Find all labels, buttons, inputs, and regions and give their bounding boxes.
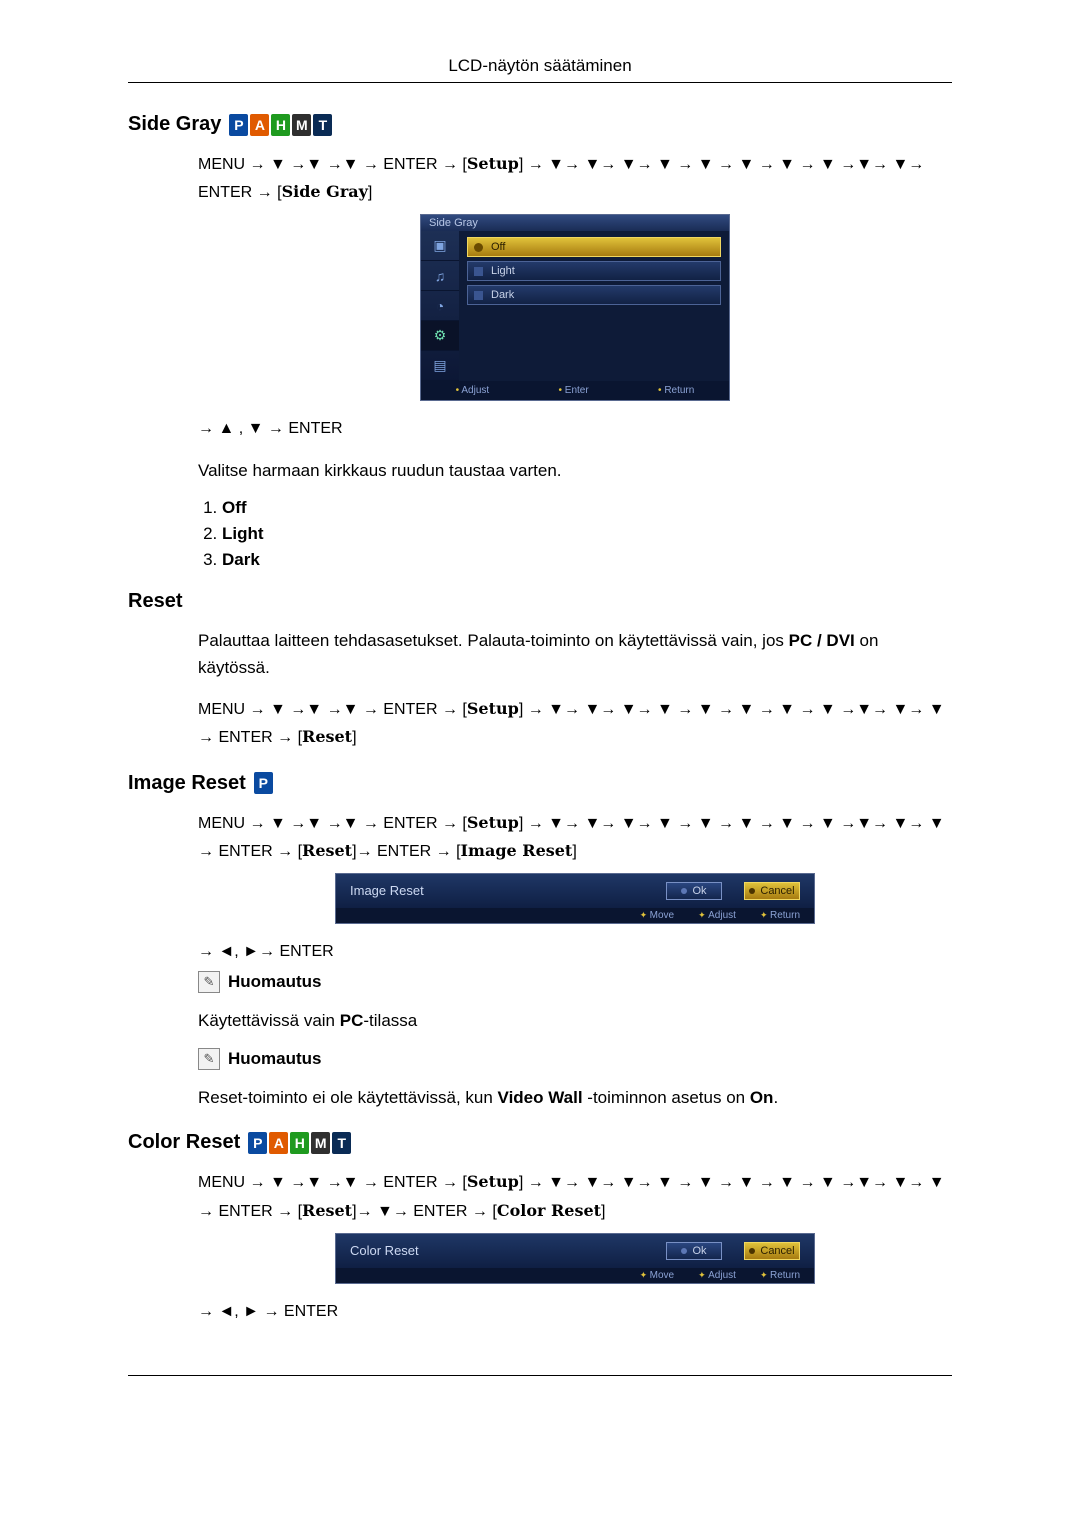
nav-reset: MENU → ▼ →▼ →▼ → ENTER → [Setup] → ▼→ ▼→… — [198, 695, 952, 751]
badge-t: T — [332, 1132, 351, 1154]
osd-footer: Move Adjust Return — [336, 1268, 814, 1283]
osd-color-reset: Color Reset Ok Cancel Move Adjust Return — [335, 1233, 815, 1284]
osd-label: Color Reset — [350, 1243, 419, 1258]
note-label: Huomautus — [228, 972, 322, 992]
page-header: LCD-näytön säätäminen — [128, 56, 952, 82]
osd-footer: Adjust Enter Return — [421, 381, 729, 400]
multi-icon: ▤ — [421, 351, 459, 381]
note-label: Huomautus — [228, 1049, 322, 1069]
heading-reset: Reset — [128, 590, 952, 613]
badge-p: P — [229, 114, 248, 136]
badge-m: M — [292, 114, 311, 136]
osd-opt-off: Off — [467, 237, 721, 257]
osd-ok-button: Ok — [666, 1242, 722, 1260]
osd-titlebar: Side Gray — [421, 215, 729, 231]
badge-h: H — [290, 1132, 309, 1154]
note-row-1: ✎ Huomautus — [198, 971, 952, 993]
sidegray-desc: Valitse harmaan kirkkaus ruudun taustaa … — [198, 457, 952, 484]
badge-m: M — [311, 1132, 330, 1154]
osd-footer: Move Adjust Return — [336, 908, 814, 923]
sidegray-options-list: Off Light Dark — [222, 498, 952, 570]
list-item: Dark — [222, 550, 952, 570]
sound-icon: ♫ — [421, 261, 459, 291]
divider-top — [128, 82, 952, 83]
osd-cancel-button: Cancel — [744, 1242, 800, 1260]
list-item: Off — [222, 498, 952, 518]
badge-p-single: P — [254, 772, 273, 794]
osd-opt-light: Light — [467, 261, 721, 281]
osd-sidebar: ▣ ♫ ◔ ⚙ ▤ — [421, 231, 459, 381]
osd-sidegray: Side Gray ▣ ♫ ◔ ⚙ ▤ Off Light Dark — [420, 214, 730, 401]
nav-sidegray-1: MENU → ▼ →▼ →▼ → ENTER → [Setup] → ▼→ ▼→… — [198, 150, 952, 206]
badge-a: A — [250, 114, 269, 136]
note-icon: ✎ — [198, 1048, 220, 1070]
badge-t: T — [313, 114, 332, 136]
nav-sidegray-2: → ▲ , ▼ → ENTER — [198, 415, 952, 442]
reset-desc: Palauttaa laitteen tehdasasetukset. Pala… — [198, 627, 952, 681]
badge-p: P — [248, 1132, 267, 1154]
heading-side-gray-text: Side Gray — [128, 113, 221, 136]
nav-colorreset-2: → ◄, ► → ENTER — [198, 1298, 952, 1325]
badge-strip-pahmt: P A H M T — [248, 1132, 351, 1154]
nav-colorreset: MENU → ▼ →▼ →▼ → ENTER → [Setup] → ▼→ ▼→… — [198, 1168, 952, 1224]
osd-opt-dark: Dark — [467, 285, 721, 305]
note1-text: Käytettävissä vain PC-tilassa — [198, 1007, 952, 1034]
heading-color-reset: Color Reset P A H M T — [128, 1131, 952, 1154]
heading-side-gray: Side Gray P A H M T — [128, 113, 952, 136]
osd-ok-button: Ok — [666, 882, 722, 900]
divider-bottom — [128, 1375, 952, 1376]
note-row-2: ✎ Huomautus — [198, 1048, 952, 1070]
osd-label: Image Reset — [350, 883, 424, 898]
badge-p: P — [254, 772, 273, 794]
setup-icon: ⚙ — [421, 321, 459, 351]
nav-imagereset: MENU → ▼ →▼ →▼ → ENTER → [Setup] → ▼→ ▼→… — [198, 809, 952, 865]
osd-options: Off Light Dark — [459, 231, 729, 381]
osd-cancel-button: Cancel — [744, 882, 800, 900]
note2-text: Reset-toiminto ei ole käytettävissä, kun… — [198, 1084, 952, 1111]
picture-icon: ▣ — [421, 231, 459, 261]
list-item: Light — [222, 524, 952, 544]
osd-image-reset: Image Reset Ok Cancel Move Adjust Return — [335, 873, 815, 924]
badge-h: H — [271, 114, 290, 136]
heading-image-reset: Image Reset P — [128, 772, 952, 795]
badge-a: A — [269, 1132, 288, 1154]
nav-imagereset-2: → ◄, ►→ ENTER — [198, 938, 952, 965]
note-icon: ✎ — [198, 971, 220, 993]
timer-icon: ◔ — [421, 291, 459, 321]
badge-strip-pahmt: P A H M T — [229, 114, 332, 136]
